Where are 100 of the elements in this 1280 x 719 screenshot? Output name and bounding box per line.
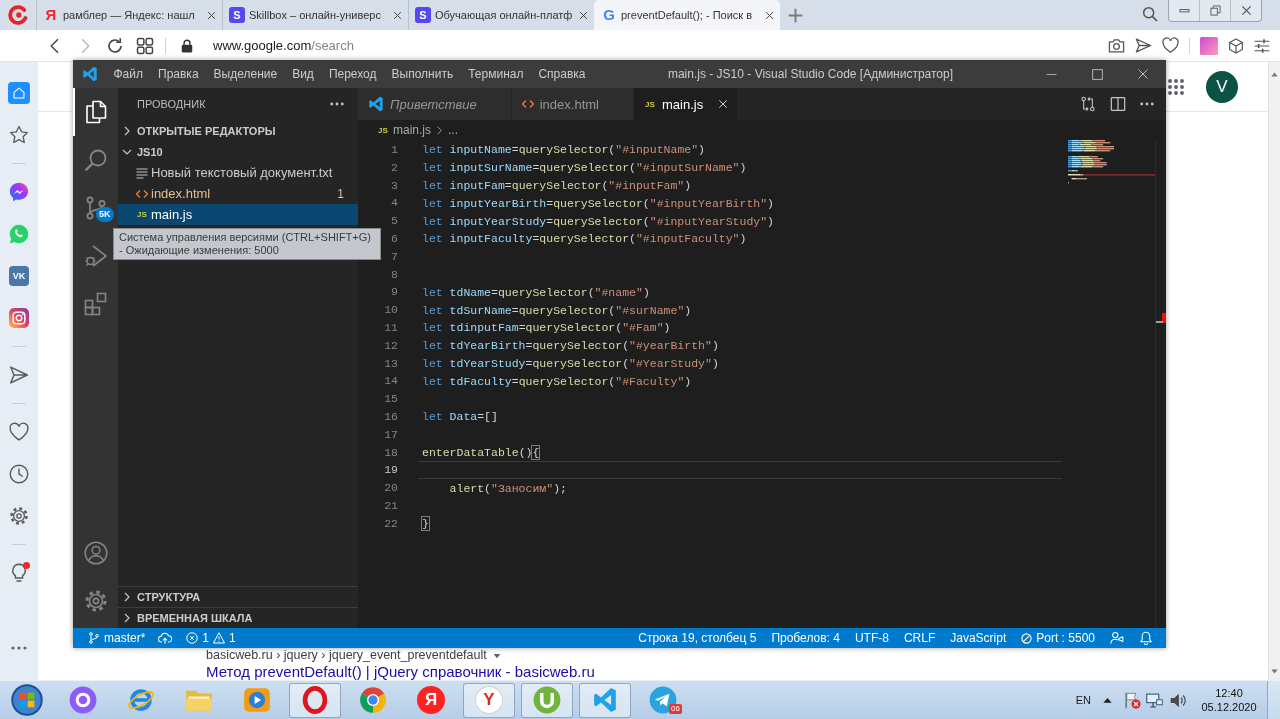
browser-tab[interactable]: G preventDefault(); - Поиск в xyxy=(594,0,780,30)
reload-icon[interactable] xyxy=(106,36,124,55)
status-item[interactable]: JavaScript xyxy=(945,631,1012,645)
menu-item[interactable]: Терминал xyxy=(460,60,531,88)
clock-date[interactable]: 05.12.2020 xyxy=(1201,700,1257,714)
avatar[interactable]: V xyxy=(1206,70,1238,103)
menu-item[interactable]: Файл xyxy=(106,60,151,88)
language-indicator[interactable]: EN xyxy=(1075,694,1091,706)
editor-tab[interactable]: JS main.js xyxy=(634,88,739,120)
status-item[interactable]: Строка 19, столбец 5 xyxy=(633,631,762,645)
code-line: alert("Заносим"); xyxy=(449,480,567,496)
blocked-circle-icon xyxy=(1021,632,1033,644)
settings-icon[interactable] xyxy=(9,506,29,526)
result-link[interactable]: Метод preventDefault() | jQuery справочник - basicweb.ru xyxy=(206,663,595,680)
count-badge: 5K xyxy=(96,207,114,222)
segmented-circle-icon xyxy=(359,686,387,714)
speaker-icon[interactable] xyxy=(1170,691,1187,709)
editor-tab[interactable]: Приветствие xyxy=(358,88,512,120)
browser-logo-icon[interactable] xyxy=(8,5,28,25)
count-badge: 06 xyxy=(669,703,682,714)
scrollbar[interactable] xyxy=(1268,62,1280,680)
menu-item[interactable]: Справка xyxy=(530,60,593,88)
flag-error-icon[interactable] xyxy=(1124,691,1141,709)
close-icon[interactable] xyxy=(579,10,588,20)
grid-icon[interactable] xyxy=(136,36,154,55)
gradient-square-icon[interactable] xyxy=(1200,36,1218,55)
code-brackets-icon xyxy=(136,187,148,200)
lightbulb-icon[interactable] xyxy=(9,563,29,583)
apps-grid-icon[interactable] xyxy=(1167,77,1185,96)
close-icon[interactable] xyxy=(207,10,216,20)
taskbar-button[interactable] xyxy=(289,682,341,718)
taskbar-button[interactable]: 06 xyxy=(637,682,689,718)
close-icon[interactable] xyxy=(765,10,774,20)
scroll-down-icon[interactable] xyxy=(1271,668,1278,675)
breadcrumb-item[interactable]: ... xyxy=(448,123,459,137)
file-item[interactable]: Новый текстовый документ.txt xyxy=(118,162,358,183)
section-header[interactable]: ОТКРЫТЫЕ РЕДАКТОРЫ xyxy=(118,120,358,141)
home-icon[interactable] xyxy=(8,82,30,104)
section-header[interactable]: JS10 xyxy=(118,141,358,162)
caret-icon[interactable] xyxy=(492,651,501,660)
bell-icon[interactable] xyxy=(1139,631,1153,645)
clock-time[interactable]: 12:40 xyxy=(1215,686,1243,700)
star-icon[interactable] xyxy=(9,125,29,145)
account-icon[interactable] xyxy=(83,541,108,565)
breadcrumb-item[interactable]: main.js xyxy=(393,123,431,137)
line-number: 14 xyxy=(383,373,398,390)
status-item[interactable]: Port : 5500 xyxy=(1016,631,1100,645)
new-tab-icon[interactable] xyxy=(788,7,803,23)
start-button[interactable] xyxy=(11,684,43,716)
editor-tab[interactable]: index.html xyxy=(511,88,634,120)
paper-plane-icon[interactable] xyxy=(1135,37,1152,54)
scroll-up-icon[interactable] xyxy=(1271,71,1278,78)
code-line: let tdinputFam=querySelector("#Fam") xyxy=(422,320,671,336)
menu-item[interactable]: Выполнить xyxy=(384,60,461,88)
file-item[interactable]: JS main.js xyxy=(118,204,358,225)
js-file-icon: JS xyxy=(377,125,389,135)
swap-arrows-icon[interactable] xyxy=(1080,96,1096,112)
network-icon[interactable] xyxy=(1146,691,1163,709)
clock-icon[interactable] xyxy=(9,464,29,484)
split-editor-icon[interactable] xyxy=(1110,96,1126,112)
address-field[interactable]: www.google.com/search xyxy=(213,38,1108,53)
tooltip: Система управления версиями (CTRL+SHIFT+G) - Ожидающие изменения: 5000 xyxy=(113,228,381,260)
ring-icon xyxy=(301,686,329,714)
restore-icon[interactable] xyxy=(1209,5,1221,16)
menu-item[interactable]: Вид xyxy=(284,60,322,88)
problems-indicator[interactable]: 1 1 xyxy=(181,631,241,645)
person-icon[interactable] xyxy=(1110,631,1124,645)
code-line: let tdSurName=querySelector("#surName") xyxy=(422,302,692,318)
chat-bubble-icon[interactable] xyxy=(9,182,29,202)
taskbar-button[interactable]: Я xyxy=(405,682,457,718)
status-item[interactable]: Пробелов: 4 xyxy=(766,631,845,645)
taskbar-button[interactable] xyxy=(521,682,573,718)
branch-indicator[interactable]: master* xyxy=(83,631,151,645)
close-icon[interactable] xyxy=(393,10,402,20)
code-line: let inputSurName=querySelector("#inputSurName") xyxy=(422,160,747,176)
settings-icon[interactable] xyxy=(83,589,108,613)
triangle-up-icon[interactable] xyxy=(1103,695,1112,705)
ring-icon xyxy=(69,686,97,714)
file-item[interactable]: index.html 1 xyxy=(118,183,358,204)
paper-plane-icon[interactable] xyxy=(9,365,29,385)
status-item[interactable]: CRLF xyxy=(898,631,941,645)
code-line: let tdYearStudy=querySelector("#YearStudy") xyxy=(422,355,719,371)
cube-icon[interactable] xyxy=(1228,37,1244,54)
section-header[interactable]: СТРУКТУРА xyxy=(118,586,358,607)
menu-item[interactable]: Переход xyxy=(321,60,385,88)
menu-item[interactable]: Выделение xyxy=(206,60,285,88)
status-item[interactable]: UTF-8 xyxy=(849,631,894,645)
camera-icon[interactable] xyxy=(1108,37,1125,54)
taskbar-button[interactable]: Y xyxy=(463,682,515,718)
close-icon[interactable] xyxy=(1240,5,1252,16)
heart-icon[interactable] xyxy=(1162,37,1179,54)
search-icon[interactable] xyxy=(1142,6,1158,22)
heart-icon[interactable] xyxy=(9,422,29,442)
menu-item[interactable]: Правка xyxy=(150,60,207,88)
letter-tile-icon[interactable]: VK xyxy=(9,266,29,286)
sliders-icon[interactable] xyxy=(1254,37,1270,54)
camera-logo-icon[interactable] xyxy=(9,308,29,328)
maximize-icon[interactable] xyxy=(1091,68,1103,80)
line-number: 16 xyxy=(383,408,398,425)
cloud-upload-icon[interactable] xyxy=(158,631,173,645)
